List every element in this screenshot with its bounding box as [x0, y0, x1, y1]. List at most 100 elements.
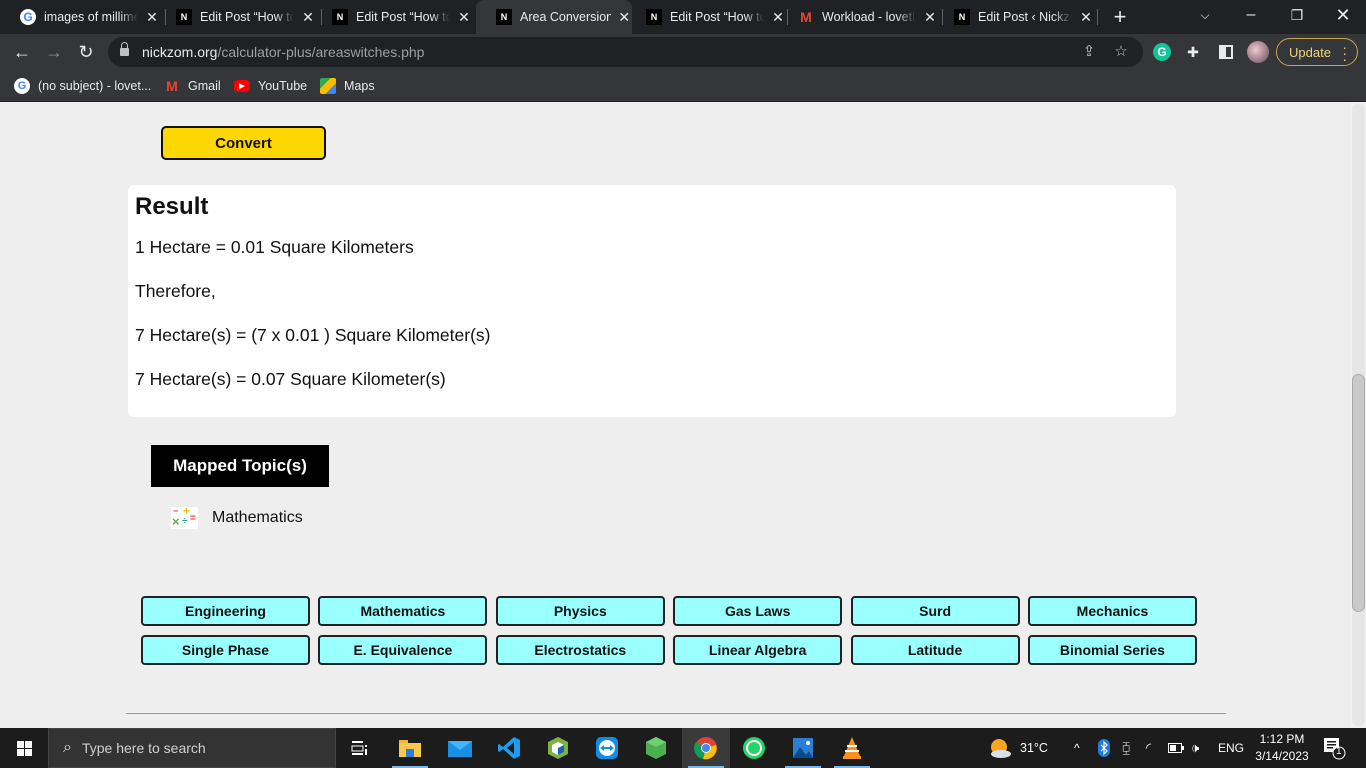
tab-edit-post-1[interactable]: N Edit Post “How to ✕ — [156, 0, 316, 34]
wifi-icon[interactable]: ◜ — [1146, 728, 1151, 768]
restore-button[interactable]: ❐ — [1274, 0, 1320, 34]
input-language-indicator[interactable]: ENG — [1218, 728, 1244, 768]
tab-strip: G images of millime ✕ N Edit Post “How t… — [0, 0, 1366, 34]
close-icon[interactable]: ✕ — [456, 9, 472, 26]
vscode-icon — [498, 737, 520, 759]
show-hidden-icons-button[interactable]: ^ — [1074, 728, 1080, 768]
battery-icon[interactable] — [1168, 728, 1184, 768]
forward-button[interactable]: → — [40, 38, 68, 66]
taskbar-cube-app[interactable] — [632, 728, 680, 768]
convert-button[interactable]: Convert — [161, 126, 326, 160]
topic-link-mathematics[interactable]: Mathematics — [318, 596, 488, 626]
side-panel-icon[interactable] — [1219, 45, 1233, 59]
update-label: Update — [1289, 44, 1331, 60]
weather-widget[interactable]: 31°C — [988, 728, 1048, 768]
topic-link-linear-algebra[interactable]: Linear Algebra — [673, 635, 843, 665]
gmail-icon: M — [800, 9, 812, 25]
bookmark-star-icon[interactable]: ☆ — [1112, 43, 1130, 61]
window-close-button[interactable]: ✕ — [1320, 0, 1366, 34]
taskbar-virtualbox[interactable] — [534, 728, 582, 768]
profile-avatar[interactable] — [1247, 41, 1269, 63]
share-icon[interactable]: ⇪ — [1080, 43, 1098, 61]
nickzom-icon: N — [332, 9, 348, 25]
more-menu-icon[interactable]: · · · — [1342, 40, 1347, 66]
result-line-answer: 7 Hectare(s) = 0.07 Square Kilometer(s) — [135, 369, 446, 389]
math-symbols-icon: − + × ÷ = — [171, 505, 198, 529]
bookmark-youtube[interactable]: ▶ YouTube — [234, 76, 307, 96]
teamviewer-icon — [596, 737, 618, 759]
topic-link-electrostatics[interactable]: Electrostatics — [495, 635, 665, 665]
tab-title: Workload - lovetl — [822, 10, 915, 24]
page-scrollbar[interactable] — [1351, 102, 1366, 728]
address-bar[interactable]: nickzom.org/calculator-plus/areaswitches… — [108, 37, 1143, 67]
taskbar-mail[interactable] — [436, 728, 484, 768]
task-view-icon — [351, 741, 367, 755]
notification-center-button[interactable]: 1 — [1322, 736, 1346, 760]
tab-search-chevron-icon[interactable]: ⌵ — [1182, 0, 1228, 34]
tab-title: Edit Post “How to — [200, 10, 294, 24]
taskbar-clock[interactable]: 1:12 PM 3/14/2023 — [1250, 731, 1314, 765]
bookmark-no-subject[interactable]: G (no subject) - lovet... — [14, 76, 151, 96]
bookmark-gmail[interactable]: M Gmail — [164, 76, 221, 96]
taskbar-teamviewer[interactable] — [583, 728, 631, 768]
taskbar-chrome[interactable] — [682, 728, 730, 768]
topic-link-single-phase[interactable]: Single Phase — [141, 635, 310, 665]
tab-title: Edit Post “How to — [670, 10, 764, 24]
topic-link-physics[interactable]: Physics — [495, 596, 665, 626]
notification-icon — [1324, 738, 1346, 760]
new-tab-button[interactable]: + — [1108, 4, 1132, 30]
taskbar-photos[interactable] — [779, 728, 827, 768]
clock-time: 1:12 PM — [1259, 732, 1305, 746]
search-placeholder: Type here to search — [81, 740, 206, 756]
mapped-topics-heading: Mapped Topic(s) — [151, 445, 329, 487]
bookmark-label: YouTube — [258, 79, 308, 93]
back-button[interactable]: ← — [8, 38, 36, 66]
start-button[interactable] — [0, 728, 48, 768]
result-card: Result 1 Hectare = 0.01 Square Kilometer… — [128, 185, 1176, 417]
minimize-button[interactable]: – — [1228, 0, 1274, 34]
topic-link-engineering[interactable]: Engineering — [141, 596, 310, 626]
weather-temperature: 31°C — [1020, 741, 1048, 755]
taskbar-file-explorer[interactable] — [386, 728, 434, 768]
grammarly-extension-icon[interactable]: G — [1153, 43, 1171, 61]
bookmark-maps[interactable]: Maps — [320, 76, 375, 96]
close-icon[interactable]: ✕ — [1078, 9, 1094, 26]
tab-workload-gmail[interactable]: M Workload - lovetl ✕ — [778, 0, 938, 34]
tab-area-conversion[interactable]: N Area Conversion ✕ — [476, 0, 632, 34]
taskbar-vlc[interactable] — [828, 728, 876, 768]
google-icon: G — [20, 9, 36, 25]
photos-icon — [793, 738, 813, 758]
search-icon: ⌕ — [63, 739, 72, 756]
tab-edit-post-nickzom[interactable]: N Edit Post ‹ Nickzo ✕ — [934, 0, 1094, 34]
task-view-button[interactable] — [336, 728, 384, 768]
tab-edit-post-2[interactable]: N Edit Post “How to ✕ — [312, 0, 472, 34]
topic-link-surd[interactable]: Surd — [850, 596, 1020, 626]
topic-link-e-equivalence[interactable]: E. Equivalence — [318, 635, 488, 665]
url-text[interactable]: nickzom.org/calculator-plus/areaswitches… — [142, 44, 424, 60]
chrome-icon — [694, 737, 717, 760]
mapped-topic-mathematics[interactable]: − + × ÷ = Mathematics — [171, 505, 303, 530]
topic-link-mechanics[interactable]: Mechanics — [1027, 596, 1197, 626]
topic-link-latitude[interactable]: Latitude — [850, 635, 1020, 665]
taskbar-vscode[interactable] — [485, 728, 533, 768]
topic-link-binomial-series[interactable]: Binomial Series — [1027, 635, 1197, 665]
update-button[interactable]: Update · · · — [1276, 38, 1358, 66]
topic-link-gas-laws[interactable]: Gas Laws — [673, 596, 843, 626]
taskbar-whatsapp[interactable] — [730, 728, 778, 768]
reload-button[interactable]: ↻ — [72, 38, 100, 66]
tab-divider — [1097, 9, 1098, 25]
scrollbar-thumb[interactable] — [1352, 374, 1365, 612]
youtube-icon: ▶ — [234, 80, 250, 92]
volume-icon[interactable]: 🕩 — [1191, 728, 1199, 768]
taskbar-search-box[interactable]: ⌕ Type here to search — [48, 728, 336, 768]
tab-edit-post-3[interactable]: N Edit Post “How to ✕ — [626, 0, 786, 34]
bluetooth-icon[interactable] — [1097, 728, 1111, 768]
gmail-icon: M — [166, 78, 178, 94]
topic-links-grid: Engineering Mathematics Physics Gas Laws… — [141, 596, 1197, 665]
bookmark-label: Maps — [344, 79, 375, 93]
lock-icon[interactable] — [120, 42, 129, 57]
tab-images-of-millimeter[interactable]: G images of millime ✕ — [0, 0, 160, 34]
camera-icon[interactable]: ⧮ — [1122, 728, 1130, 768]
extensions-puzzle-icon[interactable]: ✚ — [1183, 42, 1203, 62]
tab-title: images of millime — [44, 10, 138, 24]
